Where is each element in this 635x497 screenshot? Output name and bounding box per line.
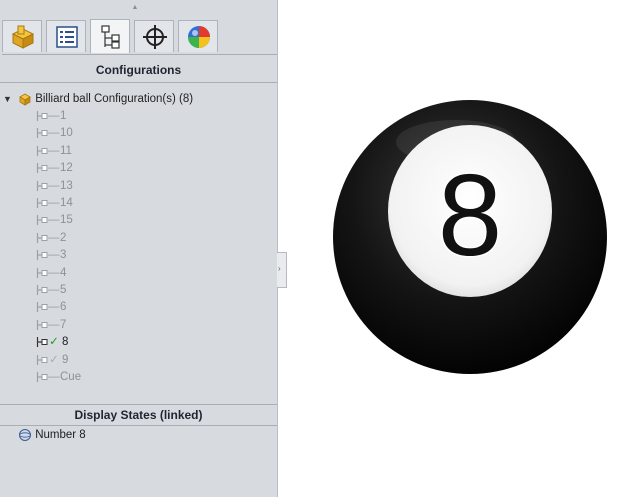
display-states-divider-top	[0, 404, 277, 405]
configuration-item[interactable]: —6	[36, 299, 66, 316]
ball-number: 8	[438, 150, 503, 280]
configuration-item[interactable]: —7	[36, 317, 66, 334]
configuration-item[interactable]: —1	[36, 108, 66, 125]
configuration-icon	[36, 128, 48, 139]
configuration-item-label: 6	[60, 301, 67, 314]
configuration-icon	[36, 180, 48, 191]
configuration-item[interactable]: —Cue	[36, 369, 81, 386]
dash-icon: —	[48, 249, 60, 262]
configurations-folder-icon	[19, 93, 31, 106]
configuration-item[interactable]: —15	[36, 212, 73, 229]
configuration-item-label: Cue	[60, 371, 82, 383]
billiard-ball-viewport[interactable]: 8	[306, 97, 635, 377]
tab-dimxpertmanager[interactable]	[134, 20, 174, 52]
configuration-item[interactable]: —11	[36, 143, 72, 160]
configuration-item[interactable]: —2	[36, 230, 66, 247]
configuration-icon	[36, 319, 48, 330]
configuration-item-label: 8	[62, 336, 69, 349]
configuration-item[interactable]: ✓ 8	[36, 334, 68, 351]
display-states-divider-bottom	[0, 425, 277, 426]
configuration-manager-icon	[101, 25, 120, 49]
dash-icon: —	[48, 162, 60, 175]
configuration-icon	[36, 337, 48, 348]
configuration-item-label: 5	[60, 284, 67, 296]
collapse-arrow-icon[interactable]: ▼	[3, 94, 12, 104]
display-manager-icon	[188, 26, 210, 48]
configuration-item[interactable]: —5	[36, 282, 66, 299]
configuration-item[interactable]: —14	[36, 195, 73, 212]
configuration-icon	[36, 267, 48, 278]
configuration-icon	[36, 232, 48, 243]
configuration-item-label: 9	[62, 353, 69, 366]
dash-icon: —	[48, 371, 60, 383]
tab-propertymanager[interactable]	[46, 20, 86, 52]
tab-featuremanager[interactable]	[2, 20, 42, 52]
dash-icon: —	[48, 144, 60, 157]
configurations-header: Configurations	[95, 63, 182, 77]
dash-icon: —	[48, 301, 60, 314]
tab-displaymanager[interactable]	[178, 20, 218, 52]
configuration-item-label: 7	[60, 318, 67, 331]
configuration-item[interactable]: —13	[36, 178, 73, 195]
configuration-icon	[36, 354, 48, 365]
part-icon	[11, 25, 35, 49]
dash-icon: —	[48, 179, 60, 192]
configuration-root-label: Billiard ball Configuration(s) (8)	[35, 93, 194, 105]
check-icon: ✓	[49, 353, 59, 366]
manager-tab-bar	[2, 16, 277, 55]
configuration-item-label: 13	[60, 179, 73, 192]
panel-grip-icon[interactable]: ▲	[130, 4, 140, 12]
configuration-icon	[36, 215, 48, 226]
chevron-right-icon: ›	[278, 264, 281, 273]
dash-icon: —	[48, 214, 60, 227]
configuration-item-label: 14	[60, 197, 73, 209]
configuration-icon	[36, 197, 48, 208]
configuration-item[interactable]: ✓ 9	[36, 352, 68, 369]
configuration-item[interactable]: —4	[36, 265, 66, 282]
configuration-icon	[36, 302, 48, 313]
configuration-icon	[36, 250, 48, 261]
dash-icon: —	[48, 266, 60, 279]
configuration-item[interactable]: —10	[36, 125, 73, 142]
configuration-icon	[36, 284, 48, 295]
dash-icon: —	[48, 231, 60, 244]
header-divider	[0, 82, 277, 83]
configuration-item-label: 2	[60, 231, 67, 244]
configuration-item-label: 10	[60, 127, 73, 140]
display-state-label: Number 8	[35, 429, 86, 441]
configuration-item-label: 4	[60, 266, 67, 279]
configuration-item-label: 12	[60, 162, 73, 175]
configuration-icon	[36, 110, 48, 121]
configuration-item-label: 11	[60, 144, 72, 157]
configuration-item[interactable]: —3	[36, 247, 66, 264]
configuration-manager-panel: ▲ Configurations ▼ Billiard ball Configu…	[0, 0, 278, 497]
property-manager-icon	[56, 26, 78, 48]
configuration-item-label: 15	[60, 214, 73, 227]
active-check-icon: ✓	[49, 336, 59, 349]
dimxpert-icon	[143, 25, 167, 49]
configuration-item-label: 1	[60, 110, 67, 122]
configuration-icon	[36, 163, 48, 174]
display-state-icon	[19, 428, 31, 441]
display-states-header: Display States (linked)	[74, 408, 203, 422]
configuration-item-label: 3	[60, 249, 67, 262]
dash-icon: —	[48, 284, 60, 296]
display-state-item[interactable]: Number 8	[18, 427, 86, 444]
tab-configurationmanager[interactable]	[90, 19, 130, 53]
configuration-item[interactable]: —12	[36, 160, 73, 177]
configuration-icon	[36, 145, 48, 156]
panel-collapse-handle[interactable]: ›	[277, 252, 287, 288]
configuration-root[interactable]: Billiard ball Configuration(s) (8)	[18, 91, 193, 108]
configuration-icon	[36, 371, 48, 382]
dash-icon: —	[48, 110, 60, 122]
dash-icon: —	[48, 197, 60, 209]
dash-icon: —	[48, 318, 60, 331]
dash-icon: —	[48, 127, 60, 140]
